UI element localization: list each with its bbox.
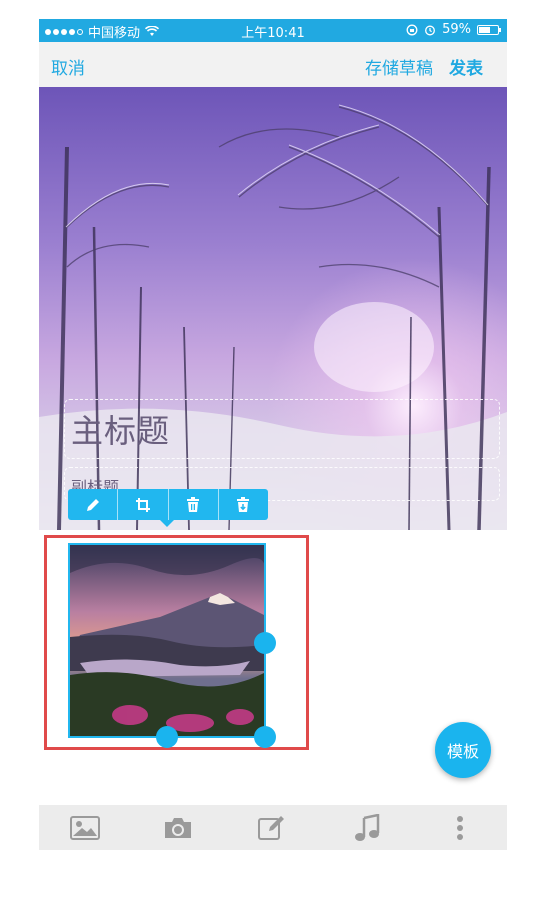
music-button[interactable] bbox=[352, 813, 382, 843]
edit-image-button[interactable] bbox=[68, 489, 119, 520]
template-button[interactable]: 模板 bbox=[435, 722, 491, 778]
camera-button[interactable] bbox=[163, 813, 193, 843]
image-icon bbox=[70, 816, 100, 840]
cover-image[interactable]: 主标题 副标题 bbox=[39, 87, 507, 530]
crop-icon bbox=[135, 497, 150, 512]
title-field[interactable]: 主标题 bbox=[64, 399, 500, 459]
winter-forest-illustration bbox=[39, 104, 507, 530]
bottom-toolbar bbox=[39, 805, 507, 850]
selected-photo[interactable] bbox=[68, 543, 266, 738]
alarm-icon bbox=[425, 25, 436, 35]
edit-icon bbox=[258, 816, 284, 840]
camera-icon bbox=[165, 818, 191, 838]
battery-icon bbox=[477, 24, 501, 35]
mount-fuji-photo bbox=[70, 545, 264, 736]
status-right: 59% bbox=[406, 22, 501, 37]
crop-image-button[interactable] bbox=[118, 489, 169, 520]
resize-handle-corner[interactable] bbox=[254, 726, 276, 748]
battery-percent: 59% bbox=[442, 22, 471, 37]
resize-handle-right[interactable] bbox=[254, 632, 276, 654]
save-draft-button[interactable]: 存储草稿 bbox=[365, 54, 433, 79]
pencil-icon bbox=[86, 498, 99, 511]
delete-image-button[interactable] bbox=[169, 489, 219, 520]
toolbar-pointer bbox=[160, 520, 174, 527]
more-icon bbox=[457, 816, 463, 840]
nav-bar: 取消 存储草稿 发表 bbox=[39, 42, 507, 87]
resize-handle-bottom[interactable] bbox=[156, 726, 178, 748]
trash-icon bbox=[187, 496, 200, 512]
rotation-lock-icon bbox=[406, 24, 418, 35]
download-image-button[interactable] bbox=[219, 489, 268, 520]
music-icon bbox=[355, 814, 380, 841]
title-text: 主标题 bbox=[71, 412, 171, 450]
edit-text-button[interactable] bbox=[257, 813, 287, 843]
more-button[interactable] bbox=[445, 813, 475, 843]
publish-button[interactable]: 发表 bbox=[449, 54, 483, 79]
status-bar: 中国移动 上午10:41 59% bbox=[39, 19, 507, 42]
cancel-button[interactable]: 取消 bbox=[51, 54, 85, 79]
insert-image-button[interactable] bbox=[70, 813, 100, 843]
download-icon bbox=[237, 496, 250, 512]
image-edit-toolbar bbox=[68, 489, 268, 520]
